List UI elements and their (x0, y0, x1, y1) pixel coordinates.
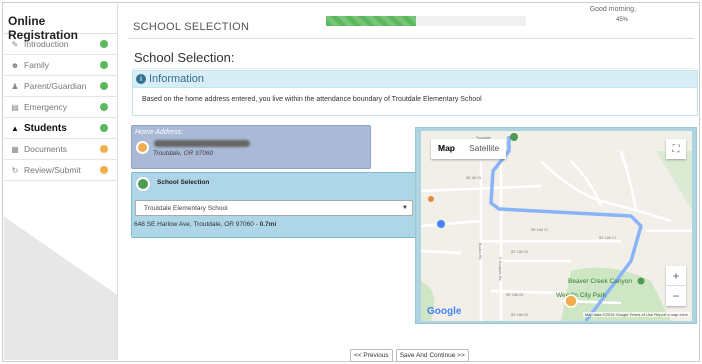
warning-circle-icon (100, 166, 108, 174)
information-panel: i Information Based on the home address … (132, 70, 698, 116)
redacted-street-address (154, 140, 250, 147)
school-select[interactable]: Troutdale Elementary School ▼ (135, 200, 413, 216)
map-canvas: SE 4th St SE 11th Ct SE 12th St SE 13th … (421, 133, 692, 321)
home-address-label: Home Address: (135, 129, 183, 136)
check-circle-icon (100, 124, 108, 132)
map-road-label: SE 4th St (466, 176, 481, 180)
main-panel: Good morning, 45% SCHOOL SELECTION Schoo… (117, 4, 698, 362)
map-view-button[interactable]: Map (431, 139, 462, 159)
map-park-label: Weedin City Park (556, 292, 607, 299)
map[interactable]: SE 4th St SE 11th Ct SE 12th St SE 13th … (421, 131, 692, 321)
map-road-label: SE 12th St (511, 250, 528, 254)
school-map-marker-icon (510, 133, 518, 141)
map-park-area (656, 151, 692, 211)
pencil-icon: ✎ (11, 39, 19, 49)
map-road-label: SE 11th Ct (531, 228, 548, 232)
school-selection-card: School Selection Troutdale Elementary Sc… (131, 172, 417, 238)
sidebar-item-review-submit[interactable]: ↻ Review/Submit (4, 160, 117, 181)
park-marker-icon (637, 277, 645, 285)
school-distance: 0.7mi (259, 221, 277, 228)
greeting-text: Good morning, (589, 6, 636, 13)
check-circle-icon (100, 103, 108, 111)
place-marker-icon (428, 196, 434, 202)
sidebar-item-label: Parent/Guardian (24, 81, 87, 91)
school-marker-icon (136, 177, 150, 191)
map-road-label: Buxton Rd (478, 243, 482, 259)
divider (132, 68, 694, 69)
information-header: i Information (133, 71, 697, 88)
previous-button[interactable]: << Previous (350, 349, 393, 362)
map-road-label: SE 14th St (511, 313, 528, 317)
map-road-label: S Troutdale Rd (498, 257, 502, 280)
check-circle-icon (100, 40, 108, 48)
pager: << Previous Save And Continue >> (350, 349, 469, 362)
zoom-out-button[interactable]: − (666, 286, 686, 306)
info-circle-icon: i (136, 74, 146, 84)
document-icon: ▦ (11, 144, 19, 154)
sidebar-item-introduction[interactable]: ✎ Introduction (4, 34, 117, 55)
refresh-icon: ↻ (11, 165, 19, 175)
map-frame: SE 4th St SE 11th Ct SE 12th St SE 13th … (415, 127, 697, 324)
check-circle-icon (100, 82, 108, 90)
sidebar-item-label: Emergency (24, 102, 67, 112)
check-circle-icon (100, 61, 108, 69)
progress-label: 45% (616, 17, 629, 23)
sidebar-item-label: Documents (24, 144, 67, 154)
user-icon: ♟ (11, 81, 19, 91)
fullscreen-icon[interactable]: ⛶ (666, 139, 686, 159)
progress-bar: 45% (326, 16, 628, 26)
card-icon: ▤ (11, 102, 19, 112)
school-address: 648 SE Harlow Ave, Troutdale, OR 97060 -… (134, 221, 276, 228)
sidebar-item-students[interactable]: ▲ Students (4, 118, 117, 139)
sidebar-item-label: Introduction (24, 39, 69, 49)
page-title: SCHOOL SELECTION (133, 21, 250, 33)
sidebar-item-label: Family (24, 60, 50, 70)
sidebar-item-family[interactable]: ☻ Family (4, 55, 117, 76)
family-icon: ☻ (10, 60, 20, 70)
sidebar-item-emergency[interactable]: ▤ Emergency (4, 97, 117, 118)
graduation-cap-icon: ▲ (11, 123, 19, 133)
sidebar-item-label: Students (24, 122, 67, 134)
sidebar-item-label: Review/Submit (24, 165, 81, 175)
caret-down-icon: ▼ (402, 205, 408, 211)
warning-circle-icon (100, 145, 108, 153)
school-selection-label: School Selection (157, 179, 210, 186)
section-title: School Selection: (134, 50, 235, 65)
information-title: Information (149, 73, 205, 85)
progress-fill (326, 16, 416, 26)
home-map-marker-icon (564, 294, 578, 308)
sidebar-decoration (4, 216, 117, 360)
save-and-continue-button[interactable]: Save And Continue >> (395, 349, 469, 362)
sidebar-item-parent-guardian[interactable]: ♟ Parent/Guardian (4, 76, 117, 97)
map-road-label: SE 13th St (506, 293, 523, 297)
information-text: Based on the home address entered, you l… (142, 96, 482, 103)
zoom-in-button[interactable]: + (666, 266, 686, 286)
map-road-label: SE 11th Ct (599, 236, 616, 240)
home-city: Troutdale, OR 97060 (153, 150, 214, 157)
school-select-value: Troutdale Elementary School (144, 205, 228, 212)
sidebar-item-documents[interactable]: ▦ Documents (4, 139, 117, 160)
home-marker-icon (136, 141, 149, 154)
google-logo: Google (427, 306, 462, 317)
map-type-toggle: Map Satellite (431, 139, 507, 159)
school-address-text: 648 SE Harlow Ave, Troutdale, OR 97060 - (134, 221, 260, 228)
place-marker-icon (437, 220, 445, 228)
map-park-label: Beaver Creek Canyon (568, 278, 632, 285)
zoom-controls: + − (666, 266, 686, 306)
divider (128, 38, 694, 39)
sidebar-title: Online Registration (4, 4, 117, 42)
satellite-view-button[interactable]: Satellite (462, 139, 506, 159)
home-address-card: Home Address: Troutdale, OR 97060 (131, 125, 371, 169)
sidebar: Online Registration ✎ Introduction ☻ Fam… (4, 4, 117, 360)
map-attribution[interactable]: Map data ©2019 Google Terms of Use Repor… (582, 312, 690, 317)
